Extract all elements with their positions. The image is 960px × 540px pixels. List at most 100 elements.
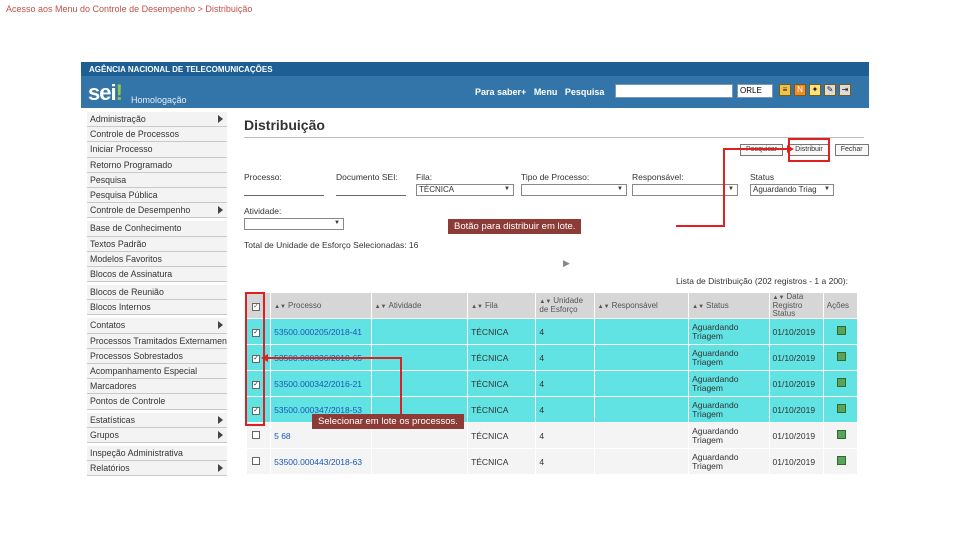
ue-cell: 4	[535, 318, 595, 345]
processo-link[interactable]: 53500.000443/2018-63	[274, 457, 362, 467]
sidebar-item[interactable]: Base de Conhecimento	[87, 221, 227, 237]
sort-icon[interactable]: ▲▼	[471, 304, 483, 310]
fila-select[interactable]: TÉCNICA ▼	[416, 184, 514, 196]
data-cell: 01/10/2019	[768, 318, 824, 345]
sidebar-item[interactable]: Pesquisa Pública	[87, 187, 227, 204]
processo-label: Processo:	[244, 172, 282, 182]
fechar-button[interactable]: Fechar	[834, 144, 869, 156]
link-pesquisa[interactable]: Pesquisa	[565, 87, 605, 97]
distribute-action-icon[interactable]	[837, 456, 847, 465]
col-responsavel[interactable]: ▲▼ Responsável	[593, 292, 690, 319]
sidebar-item[interactable]: Inspeção Administrativa	[87, 445, 227, 462]
sidebar-item[interactable]: Blocos de Assinatura	[87, 266, 227, 283]
sidebar-item-label: Retorno Programado	[90, 159, 173, 170]
col-data-registro[interactable]: ▲▼ Data Registro Status	[768, 292, 824, 319]
atividade-select[interactable]: ▼	[244, 218, 344, 230]
processo-link[interactable]: 53500.000347/2018-53	[274, 405, 362, 415]
tool-icon[interactable]: ✎	[824, 84, 836, 96]
data-cell: 01/10/2019	[768, 370, 824, 397]
responsavel-cell	[593, 422, 690, 449]
sidebar-item-label: Acompanhamento Especial	[90, 366, 198, 376]
status-select[interactable]: Aguardando Triag ▼	[750, 184, 834, 196]
pager-arrow-icon[interactable]: ▶	[563, 258, 570, 269]
processo-cell: 53500.000336/2018-65	[270, 344, 372, 371]
sidebar-item[interactable]: Iniciar Processo	[87, 142, 227, 158]
sidebar-item[interactable]: Pesquisa	[87, 172, 227, 188]
submenu-arrow-icon	[218, 415, 223, 424]
sort-icon[interactable]: ▲▼	[375, 304, 387, 310]
n-icon[interactable]: N	[794, 84, 806, 96]
sidebar-item-label: Grupos	[90, 429, 119, 440]
sidebar-item[interactable]: Administração	[87, 112, 227, 128]
distribution-table: ✓ ▲▼ Processo ▲▼ Atividade ▲▼ Fila ▲▼ Unidad…	[245, 292, 859, 475]
processo-field[interactable]	[244, 184, 324, 196]
sidebar-item[interactable]: Blocos Internos	[87, 300, 227, 316]
sidebar-item-label: Relatórios	[90, 463, 130, 474]
col-status[interactable]: ▲▼ Status	[688, 292, 770, 319]
app-header: sei! Homologação Para saber+ Menu Pesqui…	[81, 76, 869, 108]
sidebar-item[interactable]: Modelos Favoritos	[87, 251, 227, 267]
sidebar-item[interactable]: Blocos de Reunião	[87, 285, 227, 301]
col-atividade[interactable]: ▲▼ Atividade	[370, 292, 469, 319]
responsavel-cell	[593, 318, 690, 345]
col-processo[interactable]: ▲▼ Processo	[270, 292, 372, 319]
row-select-cell	[245, 422, 272, 449]
distribute-action-icon[interactable]	[837, 378, 847, 387]
link-para-saber[interactable]: Para saber+	[475, 87, 526, 97]
processo-link[interactable]: 53500.000205/2018-41	[274, 327, 362, 337]
header-search-input[interactable]	[615, 84, 733, 98]
sidebar-item[interactable]: Processos Sobrestados	[87, 348, 227, 364]
processo-link[interactable]: 5 68	[274, 431, 291, 441]
link-menu[interactable]: Menu	[534, 87, 558, 97]
submenu-arrow-icon	[218, 321, 223, 330]
sort-icon[interactable]: ▲▼	[692, 304, 704, 310]
sidebar-item[interactable]: Grupos	[87, 427, 227, 443]
sidebar-item[interactable]: Relatórios	[87, 461, 227, 477]
sidebar-item[interactable]: Contatos	[87, 318, 227, 334]
logo-mark: !	[115, 80, 123, 105]
sidebar-item[interactable]: Retorno Programado	[87, 157, 227, 173]
distribute-action-icon[interactable]	[837, 352, 847, 361]
pesquisar-button[interactable]: Pesquisar	[740, 144, 784, 156]
chevron-down-icon: ▼	[504, 186, 510, 192]
documento-field[interactable]	[336, 184, 406, 196]
sidebar-item[interactable]: Estatísticas	[87, 412, 227, 428]
sort-icon[interactable]: ▲▼	[598, 304, 610, 310]
sidebar-item-label: Blocos Internos	[90, 302, 151, 313]
status-value: Aguardando Triag	[753, 185, 817, 194]
sort-icon[interactable]: ▲▼	[274, 304, 286, 310]
sidebar-item[interactable]: Marcadores	[87, 379, 227, 395]
processo-link[interactable]: 53500.000336/2018-65	[274, 353, 362, 363]
row-select-cell	[245, 448, 272, 475]
distribute-action-icon[interactable]	[837, 430, 847, 439]
status-cell: Aguardando Triagem	[688, 396, 770, 423]
sidebar-item[interactable]: Processos Tramitados Externamente	[87, 333, 227, 349]
bulb-icon[interactable]: ✦	[809, 84, 821, 96]
col-fila[interactable]: ▲▼ Fila	[467, 292, 537, 319]
responsavel-select[interactable]: ▼	[632, 184, 738, 196]
sidebar-item[interactable]: Controle de Processos	[87, 127, 227, 143]
unit-select[interactable]: ORLE	[737, 84, 773, 98]
sidebar-item[interactable]: Pontos de Controle	[87, 394, 227, 410]
fila-cell: TÉCNICA	[467, 344, 537, 371]
distribute-action-icon[interactable]	[837, 326, 847, 335]
ue-cell: 4	[535, 396, 595, 423]
responsavel-cell	[593, 448, 690, 475]
distribute-action-icon[interactable]	[837, 404, 847, 413]
tipo-processo-select[interactable]: ▼	[521, 184, 627, 196]
processo-link[interactable]: 53500.000342/2016-21	[274, 379, 362, 389]
row-checkbox[interactable]	[252, 456, 260, 465]
sidebar-item[interactable]: Controle de Desempenho	[87, 203, 227, 219]
row-checkbox[interactable]	[252, 430, 260, 439]
col-unidade-esforco[interactable]: ▲▼ Unidade de Esforço	[535, 292, 595, 319]
sidebar-item-label: Pesquisa	[90, 174, 127, 185]
header-icons: ≡ N ✦ ✎ ⇥	[779, 84, 851, 96]
sidebar-item[interactable]: Acompanhamento Especial	[87, 364, 227, 380]
exit-icon[interactable]: ⇥	[839, 84, 851, 96]
sidebar-item[interactable]: Textos Padrão	[87, 236, 227, 252]
sei-logo[interactable]: sei!	[88, 80, 123, 106]
menu-lines-icon[interactable]: ≡	[779, 84, 791, 96]
col-acoes: Ações	[822, 292, 859, 319]
table-header-row: ✓ ▲▼ Processo ▲▼ Atividade ▲▼ Fila ▲▼ Unidad…	[245, 292, 859, 319]
processo-cell: 53500.000443/2018-63	[270, 448, 372, 475]
